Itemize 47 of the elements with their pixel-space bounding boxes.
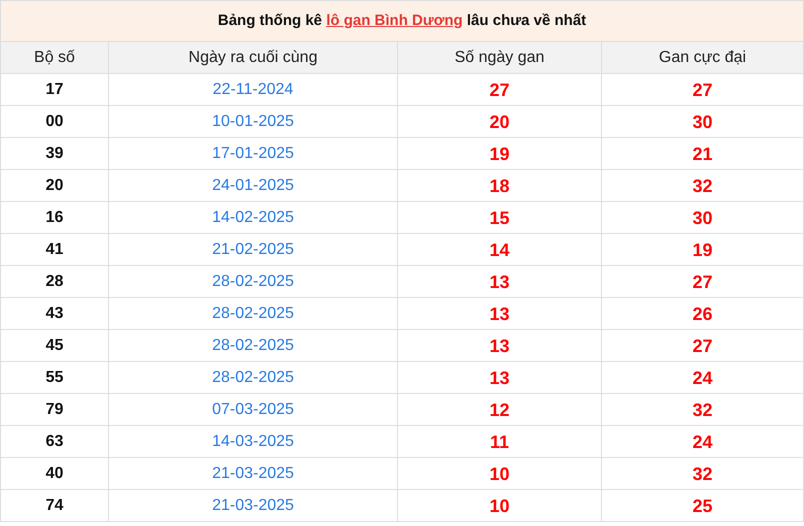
table-cell: 21-02-2025 — [108, 234, 398, 266]
column-header: Gan cực đại — [602, 42, 803, 74]
table-cell: 14-02-2025 — [108, 202, 398, 234]
title-link[interactable]: lô gan Bình Dương — [326, 12, 463, 29]
table-cell: 12 — [398, 394, 602, 426]
table-cell: 25 — [602, 490, 803, 521]
column-header: Bộ số — [1, 42, 108, 74]
table-cell: 28-02-2025 — [108, 266, 398, 298]
table-cell: 07-03-2025 — [108, 394, 398, 426]
column-header: Ngày ra cuối cùng — [108, 42, 398, 74]
table-cell: 10-01-2025 — [108, 106, 398, 138]
table-cell: 20 — [398, 106, 602, 138]
table-cell: 41 — [1, 234, 108, 266]
table-cell: 27 — [398, 74, 602, 106]
table-cell: 13 — [398, 330, 602, 362]
table-cell: 13 — [398, 266, 602, 298]
table-cell: 16 — [1, 202, 108, 234]
table-cell: 28 — [1, 266, 108, 298]
table-cell: 15 — [398, 202, 602, 234]
table-cell: 19 — [398, 138, 602, 170]
table-cell: 10 — [398, 458, 602, 490]
table-cell: 20 — [1, 170, 108, 202]
table-title: Bảng thống kê lô gan Bình Dương lâu chưa về nhất — [1, 1, 803, 41]
table-cell: 18 — [398, 170, 602, 202]
table-cell: 11 — [398, 426, 602, 458]
table-cell: 00 — [1, 106, 108, 138]
table-cell: 13 — [398, 298, 602, 330]
table-cell: 28-02-2025 — [108, 362, 398, 394]
table-cell: 40 — [1, 458, 108, 490]
table-cell: 17 — [1, 74, 108, 106]
table-cell: 43 — [1, 298, 108, 330]
table-cell: 28-02-2025 — [108, 298, 398, 330]
table-cell: 14-03-2025 — [108, 426, 398, 458]
table-cell: 17-01-2025 — [108, 138, 398, 170]
table-cell: 55 — [1, 362, 108, 394]
table-cell: 63 — [1, 426, 108, 458]
table-cell: 39 — [1, 138, 108, 170]
table-cell: 13 — [398, 362, 602, 394]
table-cell: 79 — [1, 394, 108, 426]
table-cell: 28-02-2025 — [108, 330, 398, 362]
table-cell: 21-03-2025 — [108, 458, 398, 490]
table-cell: 14 — [398, 234, 602, 266]
table-cell: 45 — [1, 330, 108, 362]
table-cell: 74 — [1, 490, 108, 521]
column-header: Số ngày gan — [398, 42, 602, 74]
table-cell: 22-11-2024 — [108, 74, 398, 106]
table-cell: 24-01-2025 — [108, 170, 398, 202]
